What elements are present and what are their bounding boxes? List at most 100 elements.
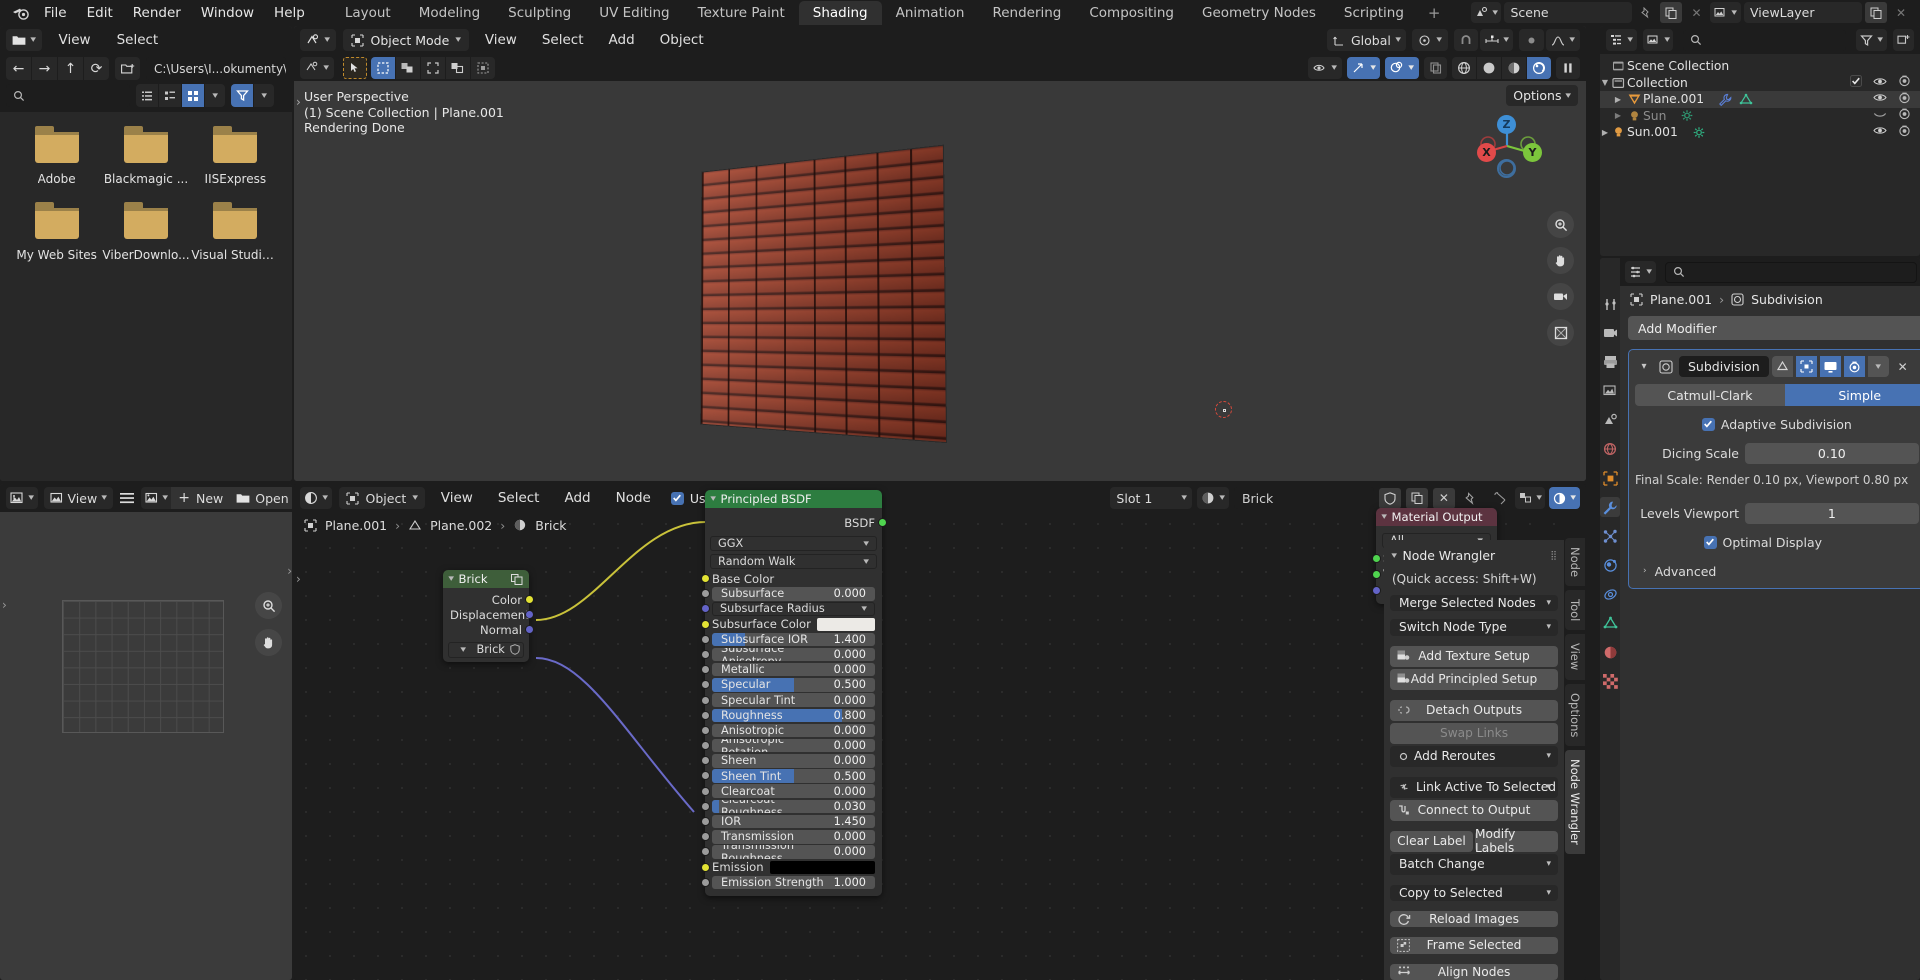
workspace-tab-texture-paint[interactable]: Texture Paint xyxy=(684,1,799,25)
node-value-anisotropic-rotation[interactable]: Anisotropic Rotation 0.000 xyxy=(712,739,875,753)
node-value-sheen[interactable]: Sheen 0.000 xyxy=(712,754,875,768)
chevron-down-icon[interactable]: ▾ xyxy=(1635,361,1653,372)
properties-tab-modifier[interactable] xyxy=(1600,497,1620,517)
snap-magnet-icon[interactable] xyxy=(1454,29,1478,51)
material-browse-icon[interactable]: ▾ xyxy=(1197,487,1229,509)
duplicate-material-icon[interactable] xyxy=(1406,488,1428,509)
node-input-base-color[interactable]: Base Color xyxy=(705,571,882,586)
dicing-scale-value[interactable]: 0.10 xyxy=(1745,443,1919,464)
node-header[interactable]: ▾ Material Output xyxy=(1376,508,1497,526)
viewlayer-name-field[interactable]: ViewLayer xyxy=(1744,2,1862,23)
outliner-new-collection-icon[interactable] xyxy=(1893,29,1914,51)
socket-subsurface-icon[interactable] xyxy=(701,589,710,598)
subdivision-type-simple[interactable]: Simple xyxy=(1785,384,1920,406)
viewlayer-browse-icon[interactable]: ▾ xyxy=(1710,2,1741,23)
socket-clearcoat-roughness-icon[interactable] xyxy=(701,802,710,811)
menu-file[interactable]: File xyxy=(34,3,77,23)
node-duplicate-icon[interactable] xyxy=(511,574,523,585)
outliner-row-sun[interactable]: ▶ Sun xyxy=(1600,108,1920,125)
node-overlays-dropdown[interactable]: ▾ xyxy=(1515,487,1546,509)
image-editor-type-icon[interactable]: ▾ xyxy=(6,487,38,509)
navigation-gizmo[interactable]: Z Y X xyxy=(1470,109,1544,183)
circle-select-icon[interactable] xyxy=(396,57,420,79)
socket-subsurface-color-icon[interactable] xyxy=(701,620,710,629)
workspace-tab-animation[interactable]: Animation xyxy=(882,1,979,25)
optimal-display-checkbox[interactable] xyxy=(1704,536,1717,549)
properties-search-input[interactable] xyxy=(1665,262,1918,283)
gizmo-axis-y[interactable]: Y xyxy=(1523,143,1542,162)
file-item[interactable]: Visual Studio... xyxy=(191,202,280,262)
properties-tab-particles[interactable] xyxy=(1600,526,1620,546)
workspace-tab-geometry-nodes[interactable]: Geometry Nodes xyxy=(1188,1,1330,25)
node-input-anisotropic-rotation[interactable]: Anisotropic Rotation 0.000 xyxy=(705,738,882,753)
modifier-drag-dots-icon[interactable]: ⣿ xyxy=(1917,362,1920,372)
socket-transmission-roughness-icon[interactable] xyxy=(701,847,710,856)
socket-clearcoat-icon[interactable] xyxy=(701,787,710,796)
add-principled-setup-button[interactable]: Add Principled Setup xyxy=(1390,669,1558,690)
filter-chevron-icon[interactable]: ▾ xyxy=(254,84,274,107)
menu-render[interactable]: Render xyxy=(123,3,191,23)
viewport-gizmo-dropdown[interactable]: ▾ xyxy=(300,57,334,79)
gizmo-toggle-icon[interactable]: ▾ xyxy=(1347,57,1381,79)
viewport-menu-view[interactable]: View xyxy=(476,29,526,51)
select-intersect-icon[interactable] xyxy=(446,57,470,79)
node-value-transmission-roughness[interactable]: Transmission Roughness 0.000 xyxy=(712,845,875,859)
socket-sheen-icon[interactable] xyxy=(701,756,710,765)
properties-tab-constraints[interactable] xyxy=(1600,584,1620,604)
new-image-button[interactable]: + New xyxy=(171,487,230,509)
outliner-display-mode-dropdown[interactable]: ▾ xyxy=(1643,29,1674,51)
node-wrangler-title-row[interactable]: ▾ Node Wrangler ⣿ xyxy=(1390,546,1558,566)
properties-tab-world[interactable] xyxy=(1600,439,1620,459)
render-camera-icon[interactable] xyxy=(1898,108,1911,123)
node-value-roughness[interactable]: Roughness 0.800 xyxy=(712,709,875,723)
socket-surface-icon[interactable] xyxy=(1372,554,1381,563)
switch-node-type-dropdown[interactable]: Switch Node Type▾ xyxy=(1390,619,1558,635)
object-visibility-dropdown[interactable]: ▾ xyxy=(1308,57,1342,79)
shading-rendered-icon[interactable] xyxy=(1527,57,1551,79)
workspace-tab-scripting[interactable]: Scripting xyxy=(1330,1,1418,25)
link-active-to-selected-dropdown[interactable]: Link Active To Selected▾ xyxy=(1390,777,1558,798)
breadcrumb-mesh[interactable]: Plane.002 xyxy=(430,518,492,533)
file-browser-menu-view[interactable]: View xyxy=(50,29,100,51)
menu-icon[interactable] xyxy=(119,492,135,504)
properties-editor-type-icon[interactable]: ▾ xyxy=(1625,261,1656,283)
outliner-search-input[interactable] xyxy=(1683,30,1846,51)
unlink-material-icon[interactable]: ✕ xyxy=(1433,488,1455,509)
breadcrumb-object-name[interactable]: Plane.001 xyxy=(1650,292,1712,307)
image-editor-toolbar-toggle[interactable]: › xyxy=(2,598,7,612)
modifier-realtime-toggle-icon[interactable] xyxy=(1820,356,1841,377)
node-tab-node[interactable]: Node xyxy=(1565,538,1585,586)
outliner-row-sun-001[interactable]: ▶ Sun.001 xyxy=(1600,124,1920,141)
render-camera-icon[interactable] xyxy=(1898,75,1911,90)
levels-viewport-value[interactable]: 1 xyxy=(1745,503,1919,524)
viewport-sidebar-toggle[interactable]: › xyxy=(296,95,301,109)
node-collapse-icon[interactable]: ▾ xyxy=(1381,512,1387,522)
workspace-tab-layout[interactable]: Layout xyxy=(331,1,405,25)
socket-anisotropic-rotation-icon[interactable] xyxy=(701,741,710,750)
scene-pin-icon[interactable] xyxy=(1635,2,1657,23)
copy-to-selected-dropdown[interactable]: Copy to Selected▾ xyxy=(1390,885,1558,901)
drag-dots-icon[interactable]: ⣿ xyxy=(1550,551,1558,561)
adaptive-subdivision-checkbox[interactable] xyxy=(1702,418,1715,431)
node-input-roughness[interactable]: Roughness 0.800 xyxy=(705,708,882,723)
socket-emission-strength-icon[interactable] xyxy=(701,878,710,887)
render-camera-icon[interactable] xyxy=(1898,125,1911,140)
thumbnail-view-icon[interactable] xyxy=(182,84,204,107)
shading-wireframe-icon[interactable] xyxy=(1452,57,1476,79)
blender-logo-icon[interactable] xyxy=(8,4,34,22)
image-editor-canvas[interactable]: › › xyxy=(0,512,292,980)
node-swatch-subsurface-color[interactable] xyxy=(817,618,875,631)
shading-material-preview-icon[interactable] xyxy=(1502,57,1526,79)
gizmo-axis-z[interactable]: Z xyxy=(1497,115,1516,134)
socket-subsurface-anisotropy-icon[interactable] xyxy=(701,650,710,659)
viewport-menu-add[interactable]: Add xyxy=(600,29,644,51)
xray-toggle-icon[interactable] xyxy=(1424,57,1447,79)
file-item[interactable]: Adobe xyxy=(12,126,101,186)
outliner-row-collection[interactable]: ▼ Collection xyxy=(1600,75,1920,92)
file-path-input[interactable]: C:\Users\I...okumenty\ xyxy=(146,57,286,80)
select-difference-icon[interactable] xyxy=(471,57,495,79)
node-collapse-icon[interactable]: ▾ xyxy=(710,494,716,504)
node-input-ior[interactable]: IOR 1.450 xyxy=(705,814,882,829)
menu-edit[interactable]: Edit xyxy=(77,3,123,23)
modifier-edit-mode-toggle-icon[interactable] xyxy=(1772,356,1793,377)
